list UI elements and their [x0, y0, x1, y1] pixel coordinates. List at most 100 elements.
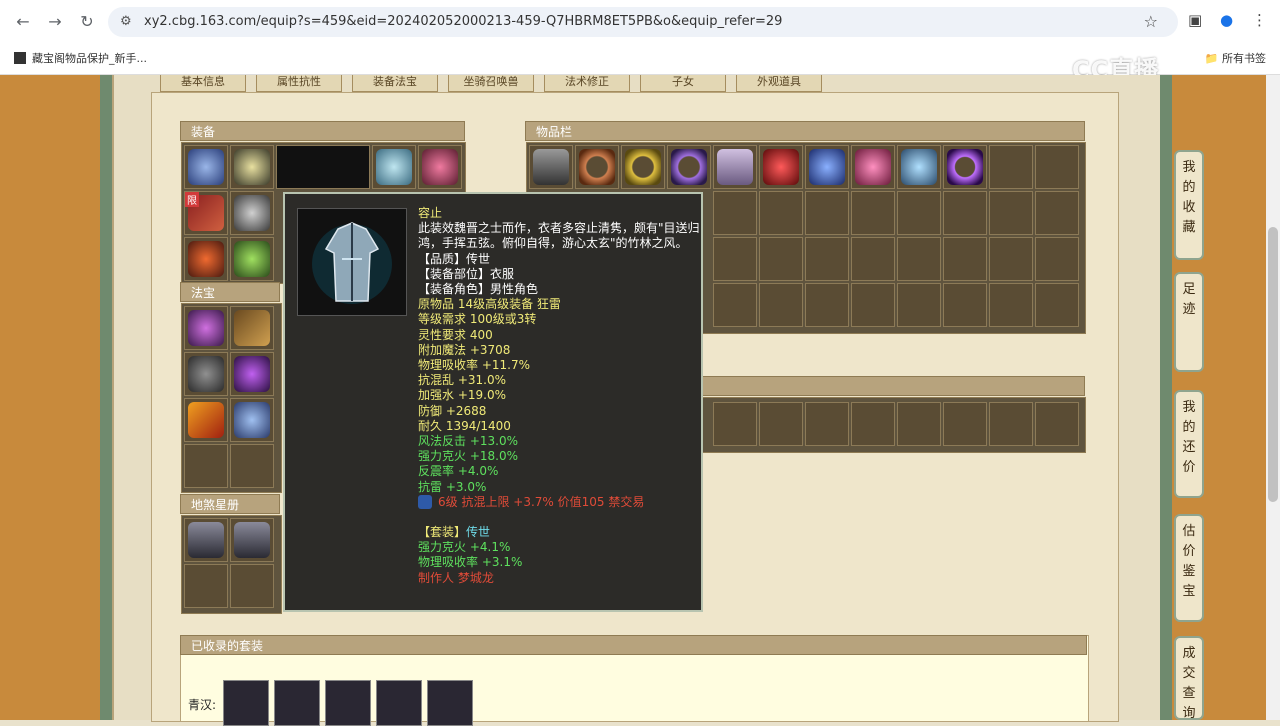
- set-item-ring-icon[interactable]: [325, 680, 371, 726]
- set-item-hat-icon[interactable]: [223, 680, 269, 726]
- inventory-slot[interactable]: [575, 145, 619, 189]
- inventory-slot-empty[interactable]: [851, 237, 895, 281]
- side-tab-footprints[interactable]: 足迹: [1174, 272, 1204, 372]
- storage-slot-empty[interactable]: [805, 402, 849, 446]
- tab-mounts[interactable]: 坐骑召唤兽: [448, 75, 534, 92]
- inventory-slot-empty[interactable]: [851, 283, 895, 327]
- equip-slot[interactable]: [418, 145, 462, 189]
- storage-slot-empty[interactable]: [943, 402, 987, 446]
- side-panel-icon[interactable]: ▣: [1188, 11, 1202, 29]
- inventory-slot-empty[interactable]: [989, 145, 1033, 189]
- side-tab-deals[interactable]: 成交查询: [1174, 636, 1204, 721]
- red-gem-icon: [763, 149, 799, 185]
- equip-slot[interactable]: [230, 191, 274, 235]
- tab-equipment[interactable]: 装备法宝: [352, 75, 438, 92]
- menu-dots-icon[interactable]: ⋮: [1252, 11, 1267, 29]
- equip-slot[interactable]: [230, 145, 274, 189]
- storage-slot-empty[interactable]: [989, 402, 1033, 446]
- inventory-slot-empty[interactable]: [989, 191, 1033, 235]
- equip-slot[interactable]: [372, 145, 416, 189]
- equip-slot-large[interactable]: [276, 145, 370, 189]
- scroll-thumb[interactable]: [1268, 227, 1278, 502]
- side-tab-counter-offer[interactable]: 我的还价: [1174, 390, 1204, 498]
- inventory-slot-empty[interactable]: [759, 237, 803, 281]
- inventory-slot[interactable]: [897, 145, 941, 189]
- forward-arrow-icon[interactable]: →: [44, 11, 66, 33]
- page-scrollbar[interactable]: [1266, 75, 1280, 720]
- tab-basic-info[interactable]: 基本信息: [160, 75, 246, 92]
- inventory-slot-empty[interactable]: [759, 283, 803, 327]
- inventory-slot[interactable]: [529, 145, 573, 189]
- profile-icon[interactable]: ●: [1220, 11, 1233, 29]
- equip-slot[interactable]: 限: [184, 191, 228, 235]
- fabao-slot[interactable]: [184, 306, 228, 350]
- fabao-slot[interactable]: [184, 398, 228, 442]
- inventory-slot[interactable]: [713, 145, 757, 189]
- inventory-slot-empty[interactable]: [713, 191, 757, 235]
- all-bookmarks[interactable]: 📁 所有书签: [1205, 50, 1266, 66]
- inventory-slot-empty[interactable]: [759, 191, 803, 235]
- inventory-slot[interactable]: [805, 145, 849, 189]
- inventory-slot-empty[interactable]: [943, 237, 987, 281]
- side-tab-favorites[interactable]: 我的收藏: [1174, 150, 1204, 260]
- star-slot[interactable]: [184, 518, 228, 562]
- inventory-slot-empty[interactable]: [713, 237, 757, 281]
- inventory-slot-empty[interactable]: [1035, 145, 1079, 189]
- equip-slot[interactable]: [184, 145, 228, 189]
- fabao-slot-empty[interactable]: [184, 444, 228, 488]
- fabao-slot[interactable]: [230, 306, 274, 350]
- side-tab-appraisal[interactable]: 估价鉴宝: [1174, 514, 1204, 622]
- inventory-slot[interactable]: [621, 145, 665, 189]
- fabao-slot[interactable]: [184, 352, 228, 396]
- bookmark-item[interactable]: 藏宝阁物品保护_新手...: [14, 50, 147, 66]
- inventory-slot-empty[interactable]: [1035, 283, 1079, 327]
- storage-slot-empty[interactable]: [759, 402, 803, 446]
- inventory-slot-empty[interactable]: [989, 237, 1033, 281]
- star-slot-empty[interactable]: [184, 564, 228, 608]
- inventory-slot[interactable]: [667, 145, 711, 189]
- inventory-slot-empty[interactable]: [943, 191, 987, 235]
- inventory-slot[interactable]: [851, 145, 895, 189]
- tab-spells[interactable]: 法术修正: [544, 75, 630, 92]
- storage-slot-empty[interactable]: [1035, 402, 1079, 446]
- site-info-icon[interactable]: ⚙: [120, 14, 132, 29]
- equip-slot[interactable]: [184, 237, 228, 281]
- item-name: 容止: [418, 206, 443, 220]
- inventory-slot-empty[interactable]: [1035, 237, 1079, 281]
- fabao-slot[interactable]: [230, 398, 274, 442]
- storage-slot-empty[interactable]: [897, 402, 941, 446]
- fabao-slot[interactable]: [230, 352, 274, 396]
- stat-water-boost: 加强水 +19.0%: [418, 388, 506, 403]
- inventory-slot-empty[interactable]: [897, 191, 941, 235]
- inventory-slot-empty[interactable]: [897, 237, 941, 281]
- inventory-slot-empty[interactable]: [713, 283, 757, 327]
- inventory-slot-empty[interactable]: [943, 283, 987, 327]
- inventory-slot-empty[interactable]: [851, 191, 895, 235]
- tab-attributes[interactable]: 属性抗性: [256, 75, 342, 92]
- equip-slot[interactable]: [230, 237, 274, 281]
- inventory-slot-empty[interactable]: [989, 283, 1033, 327]
- tab-children[interactable]: 子女: [640, 75, 726, 92]
- set-item-mask-icon[interactable]: [274, 680, 320, 726]
- star-bookmark-icon[interactable]: ☆: [1144, 12, 1158, 31]
- inventory-slot[interactable]: [943, 145, 987, 189]
- inventory-slot-empty[interactable]: [1035, 191, 1079, 235]
- inventory-slot-empty[interactable]: [805, 283, 849, 327]
- item-tooltip: 容止 此装效魏晋之士而作，衣者多容止清隽，颇有"目送归鸿，手挥五弦。俯仰自得，游…: [283, 192, 703, 612]
- inventory-slot-empty[interactable]: [805, 237, 849, 281]
- reload-icon[interactable]: ↻: [76, 11, 98, 33]
- inventory-slot[interactable]: [759, 145, 803, 189]
- address-bar[interactable]: ⚙ xy2.cbg.163.com/equip?s=459&eid=202402…: [108, 7, 1178, 37]
- inventory-slot-empty[interactable]: [805, 191, 849, 235]
- tab-appearance[interactable]: 外观道具: [736, 75, 822, 92]
- set-item-staff-icon[interactable]: [427, 680, 473, 726]
- fabao-scroll-icon: [234, 310, 270, 346]
- star-slot[interactable]: [230, 518, 274, 562]
- set-item-armor-icon[interactable]: [376, 680, 422, 726]
- back-arrow-icon[interactable]: ←: [12, 11, 34, 33]
- storage-slot-empty[interactable]: [713, 402, 757, 446]
- storage-slot-empty[interactable]: [851, 402, 895, 446]
- star-slot-empty[interactable]: [230, 564, 274, 608]
- fabao-slot-empty[interactable]: [230, 444, 274, 488]
- inventory-slot-empty[interactable]: [897, 283, 941, 327]
